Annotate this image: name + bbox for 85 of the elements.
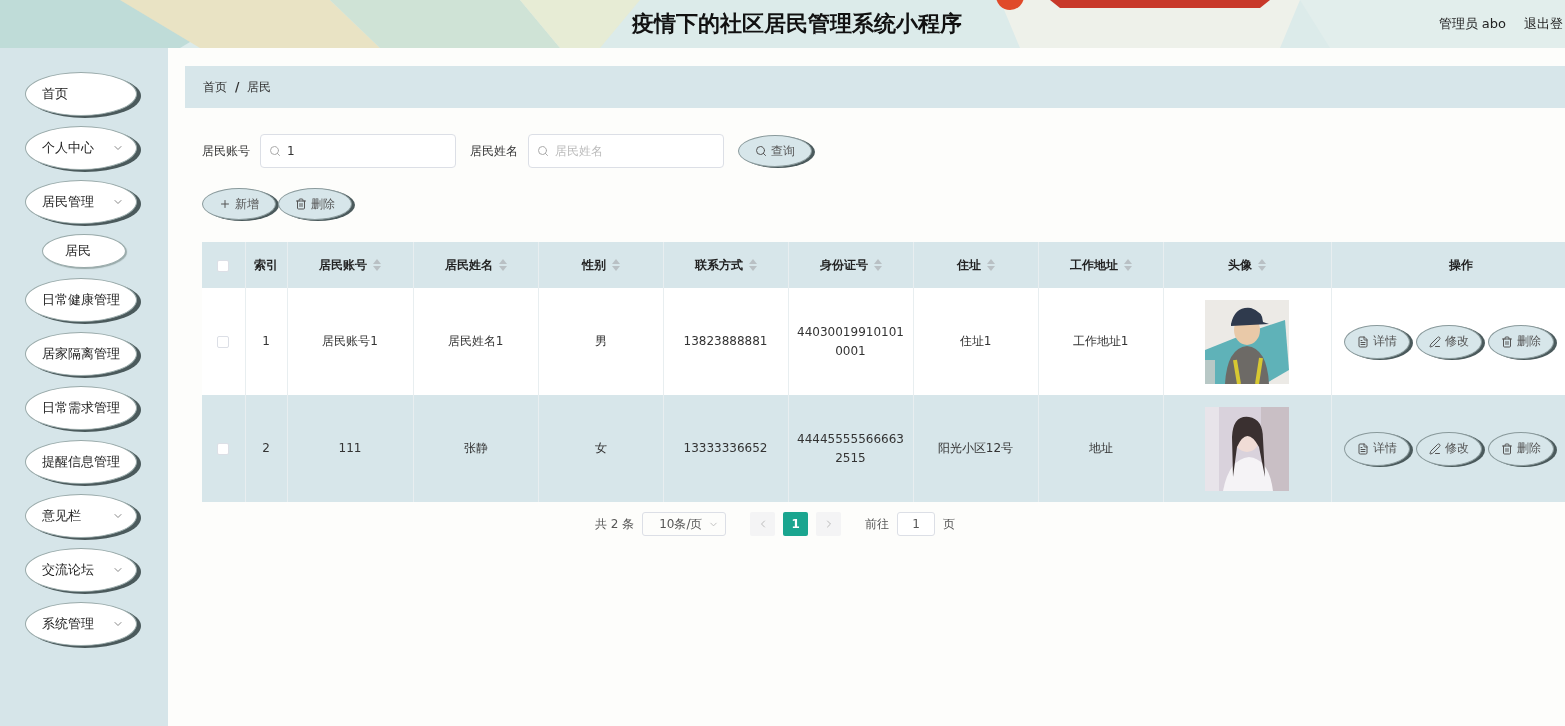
pen-icon [1428, 442, 1441, 455]
sort-icon[interactable] [1258, 259, 1266, 271]
column-header[interactable]: 性别 [581, 257, 606, 272]
column-header[interactable]: 住址 [956, 257, 981, 272]
table-cell: 111 [338, 441, 362, 455]
logout-link[interactable]: 退出登 [1524, 15, 1563, 33]
search-icon [755, 145, 767, 157]
checkbox[interactable] [217, 442, 230, 455]
sort-icon[interactable] [873, 259, 882, 271]
sidebar-item[interactable]: 提醒信息管理 [25, 440, 137, 484]
trash-icon [1500, 442, 1513, 455]
column-header[interactable]: 居民账号 [319, 257, 367, 272]
table-cell: 住址1 [959, 334, 992, 348]
prev-page-button[interactable] [750, 512, 776, 536]
trash-icon [295, 198, 307, 210]
sidebar-item[interactable]: 日常需求管理 [25, 386, 137, 430]
sidebar-item[interactable]: 居家隔离管理 [25, 332, 137, 376]
search-field[interactable]: 居民姓名 [528, 134, 724, 168]
details-button[interactable]: 详情 [1343, 324, 1410, 359]
checkbox[interactable] [217, 335, 230, 348]
plus-icon [219, 198, 231, 210]
table-cell: 2 [262, 441, 270, 455]
search-icon [537, 145, 549, 157]
table-cell: 1 [262, 334, 270, 348]
column-header[interactable]: 身份证号 [819, 257, 868, 272]
breadcrumb-separator: / [235, 80, 240, 94]
total-count: 共 2 条 [594, 515, 635, 533]
add-button[interactable]: 新增 [202, 188, 276, 220]
table-cell: 13333336652 [683, 441, 768, 455]
page-size-select[interactable]: 10条/页 [642, 512, 727, 536]
column-header[interactable]: 头像 [1228, 257, 1252, 272]
sidebar-subitem[interactable]: 居民 [42, 234, 126, 268]
goto-label: 前往 [865, 515, 890, 533]
table-cell: 444455555666632515 [797, 431, 904, 465]
table-cell: 张静 [463, 441, 488, 455]
details-button[interactable]: 详情 [1343, 431, 1410, 466]
next-page-button[interactable] [816, 512, 842, 536]
sidebar-item[interactable]: 个人中心 [25, 126, 137, 170]
search-field[interactable]: 1 [260, 134, 456, 168]
delete-button[interactable]: 删除 [1487, 431, 1554, 466]
page-input[interactable]: 1 [897, 512, 936, 536]
sidebar-item[interactable]: 意见栏 [25, 494, 137, 538]
sort-icon[interactable] [373, 259, 381, 271]
table-cell: 工作地址1 [1072, 334, 1129, 348]
sidebar-item[interactable]: 居民管理 [25, 180, 137, 224]
pen-icon [1428, 335, 1441, 348]
column-header[interactable]: 工作地址 [1069, 257, 1118, 272]
delete-button[interactable]: 删除 [278, 188, 352, 220]
search-icon [269, 145, 281, 157]
page-title: 疫情下的社区居民管理系统小程序 [632, 10, 962, 38]
column-header[interactable]: 居民姓名 [444, 257, 493, 272]
sort-icon[interactable] [986, 259, 995, 271]
breadcrumb-item[interactable]: 首页 [203, 78, 227, 96]
sidebar-item[interactable]: 系统管理 [25, 602, 137, 646]
table-cell: 13823888881 [683, 334, 768, 348]
table-cell: 阳光小区12号 [937, 441, 1014, 455]
table-cell: 居民账号1 [322, 334, 378, 348]
page-suffix: 页 [943, 515, 956, 533]
column-header: 索引 [254, 257, 278, 272]
table-cell: 440300199101010001 [797, 324, 904, 358]
edit-button[interactable]: 修改 [1415, 324, 1482, 359]
table-cell: 居民姓名1 [447, 334, 504, 348]
column-header[interactable]: 联系方式 [694, 257, 743, 272]
field-label: 居民姓名 [470, 142, 518, 160]
sort-icon[interactable] [748, 259, 757, 271]
column-header: 操作 [1449, 257, 1473, 272]
trash-icon [1500, 335, 1513, 348]
table-cell: 女 [594, 441, 607, 455]
breadcrumb-item: 居民 [247, 78, 272, 96]
search-button[interactable]: 查询 [738, 135, 812, 167]
sort-icon[interactable] [611, 259, 620, 271]
sort-icon[interactable] [1123, 259, 1132, 271]
sort-icon[interactable] [498, 259, 507, 271]
table-cell: 地址 [1088, 441, 1113, 455]
sidebar-item[interactable]: 首页 [25, 72, 137, 116]
sidebar-item[interactable]: 日常健康管理 [25, 278, 137, 322]
document-icon [1356, 442, 1369, 455]
delete-button[interactable]: 删除 [1487, 324, 1554, 359]
sidebar-item[interactable]: 交流论坛 [25, 548, 137, 592]
checkbox[interactable] [217, 259, 230, 272]
document-icon [1356, 335, 1369, 348]
user-name: 管理员 abo [1438, 15, 1506, 33]
field-label: 居民账号 [202, 142, 250, 160]
table-cell: 男 [594, 334, 607, 348]
edit-button[interactable]: 修改 [1415, 431, 1482, 466]
